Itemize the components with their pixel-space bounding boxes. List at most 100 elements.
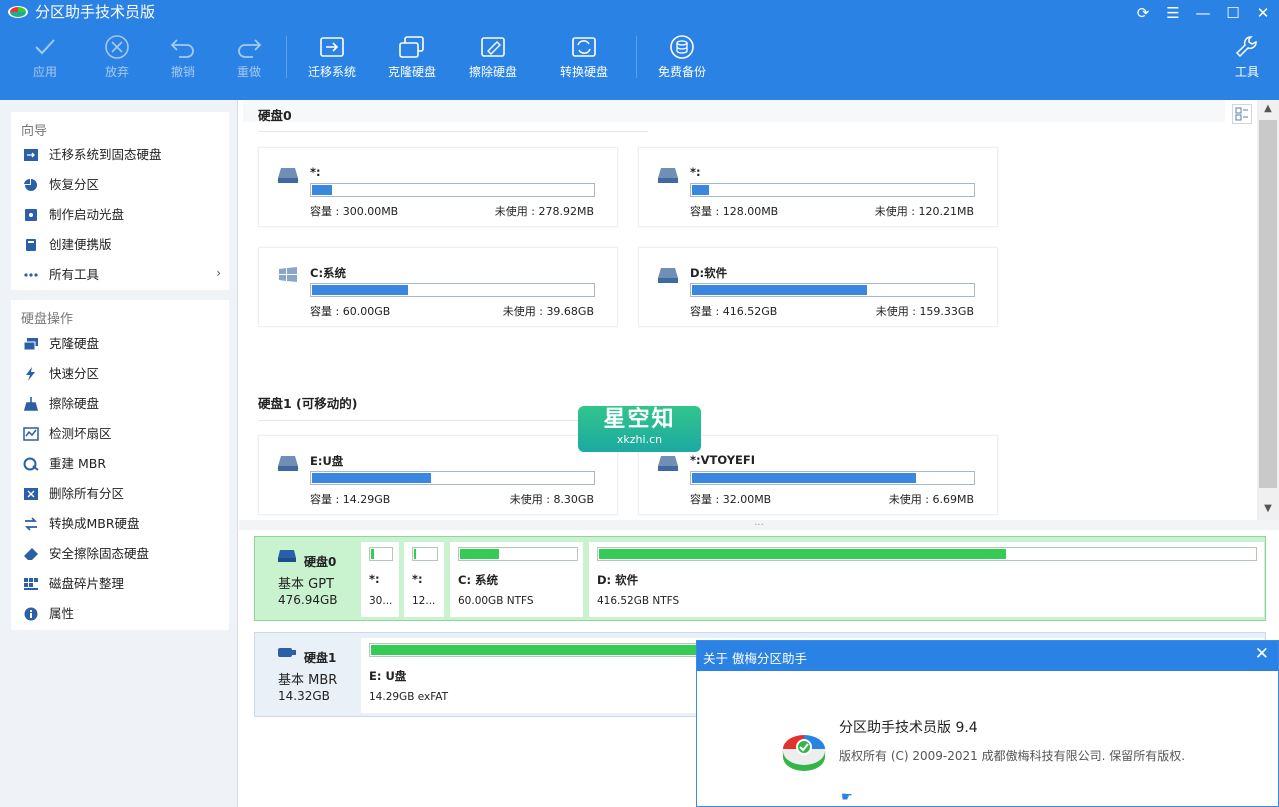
refresh-icon[interactable]: ⟳	[1132, 3, 1154, 23]
sidebar-item-bad-sector[interactable]: 检测坏扇区	[11, 419, 229, 449]
partition-name: E:U盘	[310, 454, 344, 468]
toolbar-separator	[636, 36, 637, 78]
view-toggle-icon[interactable]	[1232, 104, 1252, 124]
partition-card[interactable]: D:软件 容量 : 416.52GB 未使用 : 159.33GB	[638, 247, 998, 327]
sidebar-item-properties[interactable]: 属性	[11, 599, 229, 629]
partition-card[interactable]: E:U盘 容量 : 14.29GB 未使用 : 8.30GB	[258, 435, 618, 515]
sidebar-item-boot-disc[interactable]: 制作启动光盘	[11, 200, 229, 230]
disk-type: 基本 MBR	[278, 673, 338, 688]
sidebar-item-clone-disk[interactable]: 克隆硬盘	[11, 329, 229, 359]
sidebar-item-convert-mbr[interactable]: 转换成MBR硬盘	[11, 509, 229, 539]
wipe-disk-button[interactable]: 擦除硬盘	[458, 34, 528, 90]
partition-name: C: 系统	[458, 573, 499, 587]
sidebar-item-rebuild-mbr[interactable]: 重建 MBR	[11, 449, 229, 479]
sidebar-item-label: 安全擦除固态硬盘	[49, 546, 150, 561]
sidebar-item-migrate-ssd[interactable]: 迁移系统到固态硬盘	[11, 140, 229, 170]
migrate-label: 迁移系统	[307, 65, 356, 79]
scroll-down-icon[interactable]: ▼	[1257, 500, 1279, 518]
partition-name: D: 软件	[597, 573, 639, 587]
partition-name: C:系统	[310, 266, 347, 280]
discard-button[interactable]: 放弃	[82, 34, 152, 90]
sidebar-item-all-tools[interactable]: 所有工具 ›	[11, 260, 229, 290]
sidebar-item-label: 所有工具	[49, 267, 100, 282]
usage-bar	[310, 283, 595, 297]
redo-icon	[238, 39, 262, 58]
sidebar-item-defrag[interactable]: 磁盘碎片整理	[11, 569, 229, 599]
maximize-icon[interactable]: ☐	[1222, 3, 1244, 23]
partition-name: *:VTOYEFI	[690, 453, 756, 467]
about-titlebar: 关于 傲梅分区助手 ✕	[697, 641, 1278, 671]
menu-icon[interactable]: ☰	[1162, 3, 1184, 23]
sidebar-item-wipe-disk[interactable]: 擦除硬盘	[11, 389, 229, 419]
pane-splitter[interactable]: ...	[239, 518, 1279, 530]
migrate-icon	[24, 149, 38, 161]
clone-disk-icon	[23, 338, 38, 351]
scroll-thumb[interactable]	[1259, 120, 1277, 488]
clone-disk-button[interactable]: 克隆硬盘	[377, 34, 447, 90]
capacity-text: 容量 : 300.00MB	[310, 205, 399, 218]
unused-text: 未使用 : 120.21MB	[874, 205, 974, 218]
disk0-info: 硬盘0 基本 GPT 476.94GB	[255, 537, 355, 622]
pointing-hand-icon: ☛	[841, 790, 853, 805]
sidebar-item-quick-partition[interactable]: 快速分区	[11, 359, 229, 389]
portable-icon	[26, 239, 36, 251]
undo-button[interactable]: 撤销	[148, 34, 218, 90]
close-icon[interactable]: ✕	[1255, 644, 1269, 664]
partition-block[interactable]: *: 12...	[404, 542, 444, 617]
disk-drive-icon	[278, 550, 296, 562]
sidebar-item-secure-erase[interactable]: 安全擦除固态硬盘	[11, 539, 229, 569]
disk-size: 14.32GB	[278, 689, 330, 703]
wizard-title: 向导	[21, 124, 48, 139]
redo-label: 重做	[236, 65, 261, 79]
partition-card[interactable]: *: 容量 : 128.00MB 未使用 : 120.21MB	[638, 147, 998, 227]
usage-bar	[690, 183, 975, 197]
header-divider	[258, 131, 648, 132]
disk-drive-icon	[658, 456, 678, 471]
convert-icon	[24, 517, 38, 531]
apply-button[interactable]: 应用	[10, 34, 80, 90]
migrate-os-button[interactable]: 迁移系统	[297, 34, 367, 90]
left-sidebar: 向导 迁移系统到固态硬盘 恢复分区 制作启动光盘 创建便携版 所有工具 › 硬盘…	[0, 100, 238, 807]
unused-text: 未使用 : 6.69MB	[888, 493, 974, 506]
usage-fill	[692, 473, 916, 483]
sidebar-item-label: 属性	[49, 606, 75, 621]
check-icon	[35, 39, 55, 55]
partition-card[interactable]: *: 容量 : 300.00MB 未使用 : 278.92MB	[258, 147, 618, 227]
tools-button[interactable]: 工具	[1212, 34, 1279, 90]
minimize-icon[interactable]: —	[1192, 3, 1214, 23]
partition-name: *:	[369, 572, 380, 586]
partition-card[interactable]: C:系统 容量 : 60.00GB 未使用 : 39.68GB	[258, 247, 618, 327]
disk-operations-panel: 硬盘操作 克隆硬盘 快速分区 擦除硬盘 检测坏扇区 重建 MBR 删除所有分区 …	[11, 300, 229, 630]
discard-label: 放弃	[104, 65, 129, 79]
sidebar-item-restore-partition[interactable]: 恢复分区	[11, 170, 229, 200]
convert-disk-button[interactable]: 转换硬盘	[549, 34, 619, 90]
usage-bar	[310, 183, 595, 197]
free-backup-button[interactable]: 免费备份	[647, 34, 717, 90]
watermark-url: xkzhi.cn	[616, 433, 663, 446]
tools-label: 工具	[1234, 65, 1259, 79]
info-icon	[24, 607, 38, 621]
scroll-up-icon[interactable]: ▲	[1257, 100, 1279, 118]
usage-fill	[312, 185, 332, 195]
undo-icon	[170, 39, 194, 58]
capacity-text: 容量 : 32.00MB	[690, 493, 772, 506]
partition-block[interactable]: C: 系统 60.00GB NTFS	[450, 542, 583, 617]
sidebar-item-label: 擦除硬盘	[49, 396, 100, 411]
redo-button[interactable]: 重做	[214, 34, 284, 90]
usb-drive-icon	[278, 648, 296, 657]
toolbar-separator	[286, 36, 287, 78]
usage-bar	[310, 471, 595, 485]
partition-usage-bar	[412, 547, 438, 561]
sidebar-item-delete-all[interactable]: 删除所有分区	[11, 479, 229, 509]
sidebar-item-portable[interactable]: 创建便携版	[11, 230, 229, 260]
sidebar-item-label: 转换成MBR硬盘	[49, 516, 140, 531]
disk0-row[interactable]: 硬盘0 基本 GPT 476.94GB *: 30... *: 12... C:…	[254, 536, 1266, 621]
sidebar-item-label: 磁盘碎片整理	[49, 576, 125, 591]
partition-block[interactable]: *: 30...	[361, 542, 399, 617]
sidebar-item-label: 迁移系统到固态硬盘	[49, 147, 162, 162]
sidebar-item-label: 重建 MBR	[49, 456, 107, 471]
partition-block[interactable]: D: 软件 416.52GB NTFS	[589, 542, 1264, 617]
vertical-scrollbar[interactable]: ▲ ▼	[1257, 100, 1279, 520]
partition-detail: 14.29GB exFAT	[369, 691, 449, 703]
close-icon[interactable]: ✕	[1252, 3, 1274, 23]
